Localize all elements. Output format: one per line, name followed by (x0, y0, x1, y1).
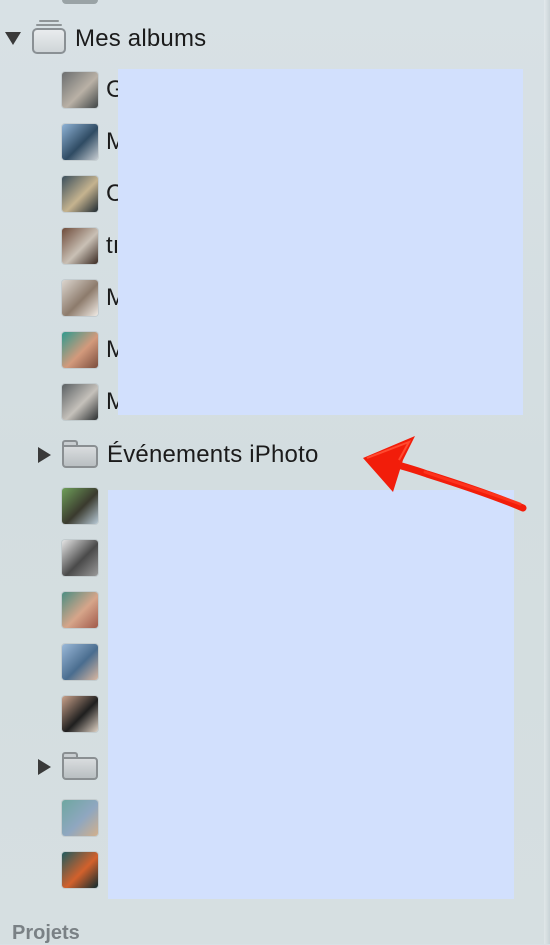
disclosure-expanded-icon[interactable] (5, 32, 21, 45)
sidebar-item-label: Événements iPhoto (107, 441, 319, 468)
disclosure-collapsed-icon[interactable] (38, 447, 51, 463)
sidebar-section-projets[interactable]: Projets (12, 922, 80, 945)
redaction-block-upper (118, 69, 523, 415)
redaction-block-lower (108, 490, 514, 899)
folder-icon (62, 440, 98, 468)
album-thumbnail (62, 124, 98, 160)
album-thumbnail (62, 592, 98, 628)
album-thumbnail (62, 644, 98, 680)
partial-thumbnail-top (62, 0, 98, 4)
album-thumbnail (62, 332, 98, 368)
album-thumbnail (62, 852, 98, 888)
album-thumbnail (62, 228, 98, 264)
album-thumbnail (62, 280, 98, 316)
annotation-arrow-icon (363, 436, 527, 512)
sidebar-group-label: Mes albums (75, 25, 207, 52)
sidebar-group-mes-albums[interactable]: Mes albums (0, 10, 550, 62)
album-thumbnail (62, 384, 98, 420)
folder-icon (62, 752, 98, 780)
album-stack-icon (32, 18, 66, 54)
album-thumbnail (62, 176, 98, 212)
album-thumbnail (62, 488, 98, 524)
album-thumbnail (62, 800, 98, 836)
disclosure-collapsed-icon[interactable] (38, 759, 51, 775)
album-thumbnail (62, 696, 98, 732)
album-thumbnail (62, 72, 98, 108)
album-thumbnail (62, 540, 98, 576)
